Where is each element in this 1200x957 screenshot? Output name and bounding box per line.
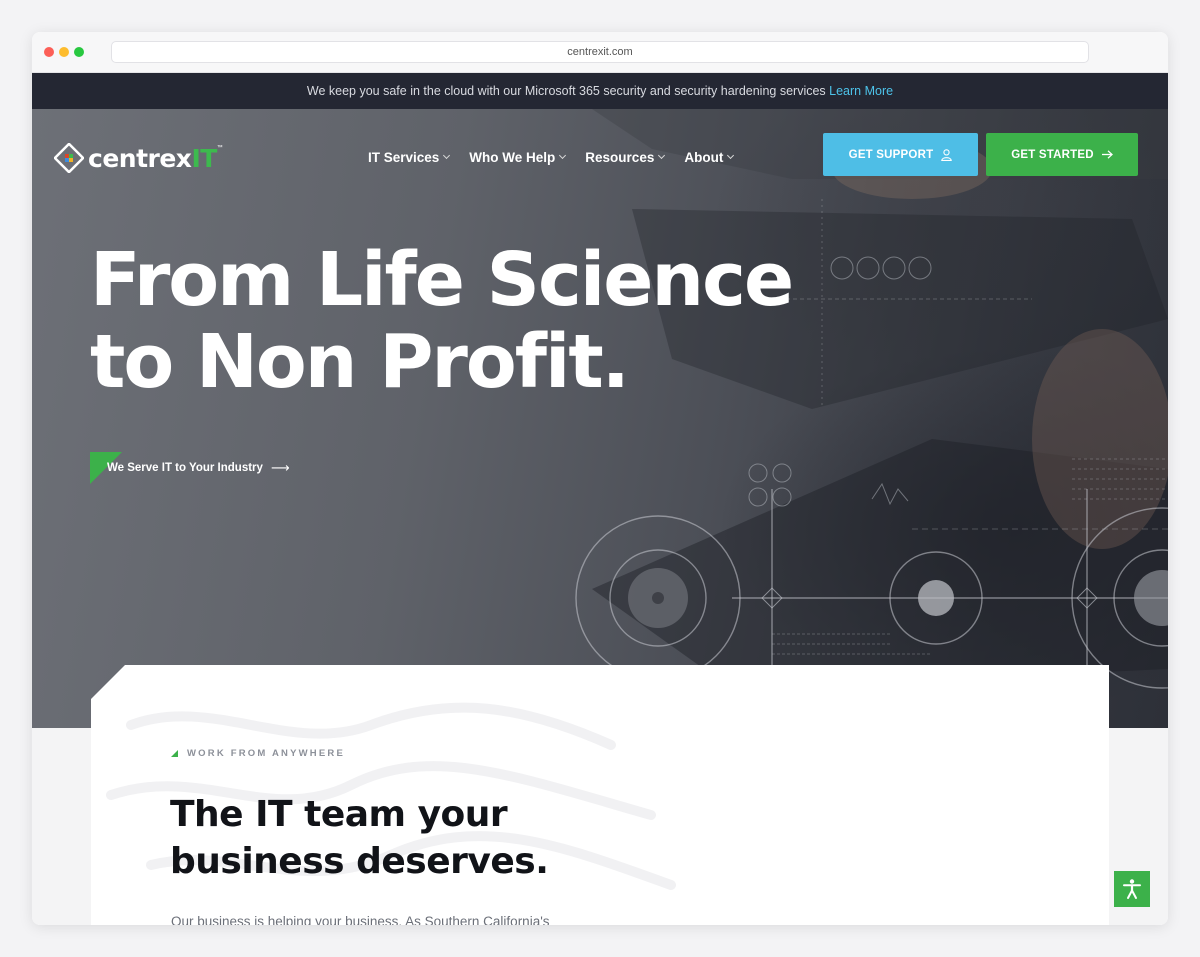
logo-trademark: ™ bbox=[216, 145, 223, 151]
nav-item-resources[interactable]: Resources bbox=[585, 147, 666, 167]
minimize-window-button[interactable] bbox=[59, 47, 69, 57]
announcement-bar: We keep you safe in the cloud with our M… bbox=[32, 73, 1168, 109]
site-logo[interactable]: centrexIT ™ bbox=[54, 141, 223, 175]
eyebrow-triangle-icon bbox=[171, 750, 178, 757]
user-icon bbox=[941, 148, 953, 161]
nav-item-label: About bbox=[684, 149, 724, 165]
logo-text-main: centrex bbox=[88, 143, 192, 173]
get-support-label: GET SUPPORT bbox=[848, 148, 934, 161]
eyebrow-text: WORK FROM ANYWHERE bbox=[187, 748, 345, 759]
browser-window: centrexit.com We keep you safe in the cl… bbox=[32, 32, 1168, 925]
logo-diamond-icon bbox=[54, 143, 84, 173]
nav-item-it-services[interactable]: IT Services bbox=[368, 147, 451, 167]
hero-section: centrexIT ™ IT Services Who We Help Reso… bbox=[32, 109, 1168, 728]
accessibility-icon bbox=[1123, 879, 1141, 899]
get-support-button[interactable]: GET SUPPORT bbox=[823, 133, 978, 176]
intro-card: WORK FROM ANYWHERE The IT team your busi… bbox=[91, 665, 1109, 925]
nav-item-label: IT Services bbox=[368, 149, 440, 165]
address-bar[interactable]: centrexit.com bbox=[111, 41, 1089, 63]
hero-headline-line2: to Non Profit. bbox=[90, 319, 630, 405]
get-started-button[interactable]: GET STARTED bbox=[986, 133, 1138, 176]
close-window-button[interactable] bbox=[44, 47, 54, 57]
chevron-down-icon bbox=[443, 151, 451, 160]
section-eyebrow: WORK FROM ANYWHERE bbox=[171, 748, 345, 759]
nav-item-who-we-help[interactable]: Who We Help bbox=[469, 147, 567, 167]
get-started-label: GET STARTED bbox=[1011, 148, 1094, 161]
hero-headline-line1: From Life Science bbox=[90, 237, 794, 323]
chevron-down-icon bbox=[727, 151, 735, 160]
announcement-text: We keep you safe in the cloud with our M… bbox=[306, 84, 826, 98]
hero-background-graphic bbox=[575, 109, 1168, 728]
learn-more-link[interactable]: Learn More bbox=[829, 84, 893, 98]
industry-cta-label: We Serve IT to Your Industry bbox=[107, 462, 263, 474]
nav-item-label: Resources bbox=[585, 149, 655, 165]
nav-item-about[interactable]: About bbox=[684, 147, 735, 167]
arrow-right-icon bbox=[1101, 150, 1113, 159]
hero-headline: From Life Science to Non Profit. bbox=[90, 239, 810, 403]
accessibility-button[interactable] bbox=[1114, 871, 1150, 907]
logo-text-accent: IT bbox=[191, 143, 217, 173]
main-nav: IT Services Who We Help Resources About bbox=[368, 147, 735, 167]
maximize-window-button[interactable] bbox=[74, 47, 84, 57]
industry-cta-link[interactable]: We Serve IT to Your Industry ⟶ bbox=[90, 452, 290, 484]
section-title: The IT team your business deserves. bbox=[170, 791, 690, 885]
logo-wordmark: centrexIT bbox=[88, 144, 217, 173]
section-title-line2: business deserves. bbox=[170, 841, 549, 882]
section-title-line1: The IT team your bbox=[170, 794, 508, 835]
nav-item-label: Who We Help bbox=[469, 149, 556, 165]
browser-toolbar: centrexit.com bbox=[32, 32, 1168, 73]
chevron-down-icon bbox=[559, 151, 567, 160]
chevron-down-icon bbox=[658, 151, 666, 160]
arrow-right-icon: ⟶ bbox=[270, 460, 290, 475]
section-body-text: Our business is helping your business. A… bbox=[171, 914, 550, 925]
